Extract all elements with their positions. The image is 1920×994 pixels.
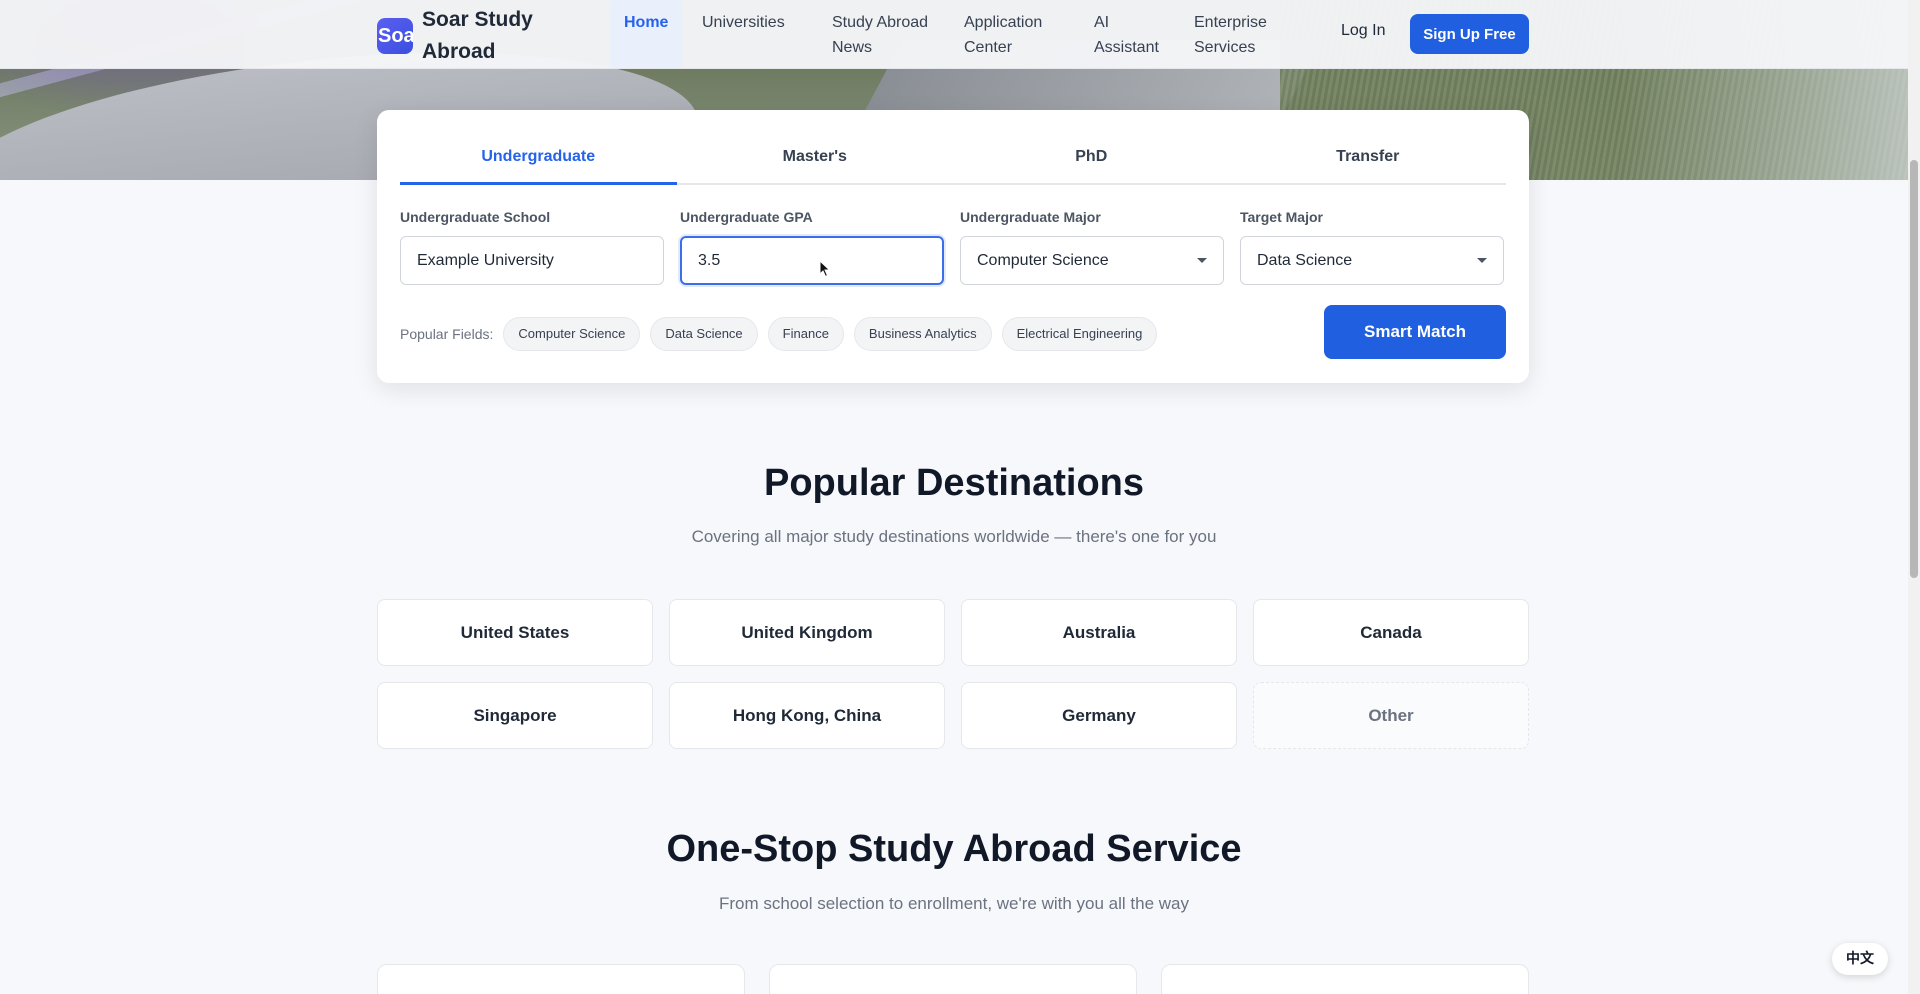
tab-phd[interactable]: PhD — [953, 110, 1230, 183]
nav-ai-assistant[interactable]: AI Assistant — [1080, 0, 1180, 68]
destination-germany[interactable]: Germany — [961, 682, 1237, 749]
language-toggle-button[interactable]: 中文 — [1832, 943, 1888, 975]
chip-data-science[interactable]: Data Science — [650, 317, 758, 351]
chevron-down-icon — [1477, 258, 1487, 263]
major-select-value: Computer Science — [977, 251, 1109, 269]
popular-fields: Popular Fields: Computer Science Data Sc… — [400, 317, 1167, 351]
target-select[interactable]: Data Science — [1240, 236, 1504, 285]
destination-australia[interactable]: Australia — [961, 599, 1237, 666]
service-cards — [377, 964, 1529, 994]
major-select[interactable]: Computer Science — [960, 236, 1224, 285]
login-link[interactable]: Log In — [1341, 22, 1385, 40]
signup-button[interactable]: Sign Up Free — [1410, 14, 1529, 54]
gpa-input[interactable] — [680, 236, 944, 285]
destination-canada[interactable]: Canada — [1253, 599, 1529, 666]
service-card[interactable] — [769, 964, 1137, 994]
chip-computer-science[interactable]: Computer Science — [503, 317, 641, 351]
chip-business-analytics[interactable]: Business Analytics — [853, 317, 992, 351]
search-fields: Undergraduate School Undergraduate GPA U… — [400, 209, 1504, 285]
service-card[interactable] — [377, 964, 745, 994]
destination-hong-kong[interactable]: Hong Kong, China — [669, 682, 945, 749]
page-scrollbar[interactable] — [1908, 0, 1920, 994]
destinations-subtitle: Covering all major study destinations wo… — [691, 527, 1217, 546]
top-navigation: Soar Soar Study Abroad Home Universities… — [0, 0, 1908, 69]
school-field: Undergraduate School — [400, 209, 664, 285]
nav-links: Home Universities Study Abroad News Appl… — [610, 0, 1310, 69]
nav-universities[interactable]: Universities — [688, 0, 818, 68]
target-field: Target Major Data Science — [1240, 209, 1504, 285]
target-select-value: Data Science — [1257, 251, 1353, 269]
destination-other[interactable]: Other — [1253, 682, 1529, 749]
services-subtitle: From school selection to enrollment, we'… — [718, 894, 1189, 913]
search-card: Undergraduate Master's PhD Transfer Unde… — [377, 110, 1529, 383]
nav-study-abroad-news[interactable]: Study Abroad News — [818, 0, 950, 68]
chevron-down-icon — [1197, 258, 1207, 263]
smart-match-button[interactable]: Smart Match — [1324, 305, 1506, 359]
nav-home[interactable]: Home — [610, 0, 682, 68]
destinations-grid: United States United Kingdom Australia C… — [377, 599, 1529, 749]
degree-tabs: Undergraduate Master's PhD Transfer — [400, 110, 1506, 185]
tab-transfer[interactable]: Transfer — [1230, 110, 1507, 183]
school-label: Undergraduate School — [400, 209, 551, 225]
destination-singapore[interactable]: Singapore — [377, 682, 653, 749]
mouse-cursor-icon — [819, 260, 831, 278]
tab-masters[interactable]: Master's — [677, 110, 954, 183]
brand-name: Soar Study Abroad — [422, 8, 533, 63]
chip-finance[interactable]: Finance — [767, 317, 844, 351]
gpa-field: Undergraduate GPA — [680, 209, 944, 285]
services-title: One-Stop Study Abroad Service — [666, 828, 1242, 870]
popular-fields-label: Popular Fields: — [400, 326, 494, 342]
major-field: Undergraduate Major Computer Science — [960, 209, 1224, 285]
destinations-title: Popular Destinations — [763, 462, 1145, 504]
service-card[interactable] — [1161, 964, 1529, 994]
scrollbar-thumb[interactable] — [1910, 160, 1918, 578]
gpa-label: Undergraduate GPA — [680, 209, 813, 225]
destination-united-kingdom[interactable]: United Kingdom — [669, 599, 945, 666]
target-label: Target Major — [1240, 209, 1323, 225]
major-label: Undergraduate Major — [960, 209, 1101, 225]
chip-electrical-engineering[interactable]: Electrical Engineering — [1001, 317, 1158, 351]
destination-united-states[interactable]: United States — [377, 599, 653, 666]
nav-enterprise-services[interactable]: Enterprise Services — [1180, 0, 1310, 68]
tab-undergraduate[interactable]: Undergraduate — [400, 110, 677, 185]
nav-application-center[interactable]: Application Center — [950, 0, 1080, 68]
brand-logo[interactable]: Soar Soar Study Abroad — [377, 4, 552, 68]
logo-badge-icon: Soar — [377, 18, 413, 54]
school-input[interactable] — [400, 236, 664, 285]
